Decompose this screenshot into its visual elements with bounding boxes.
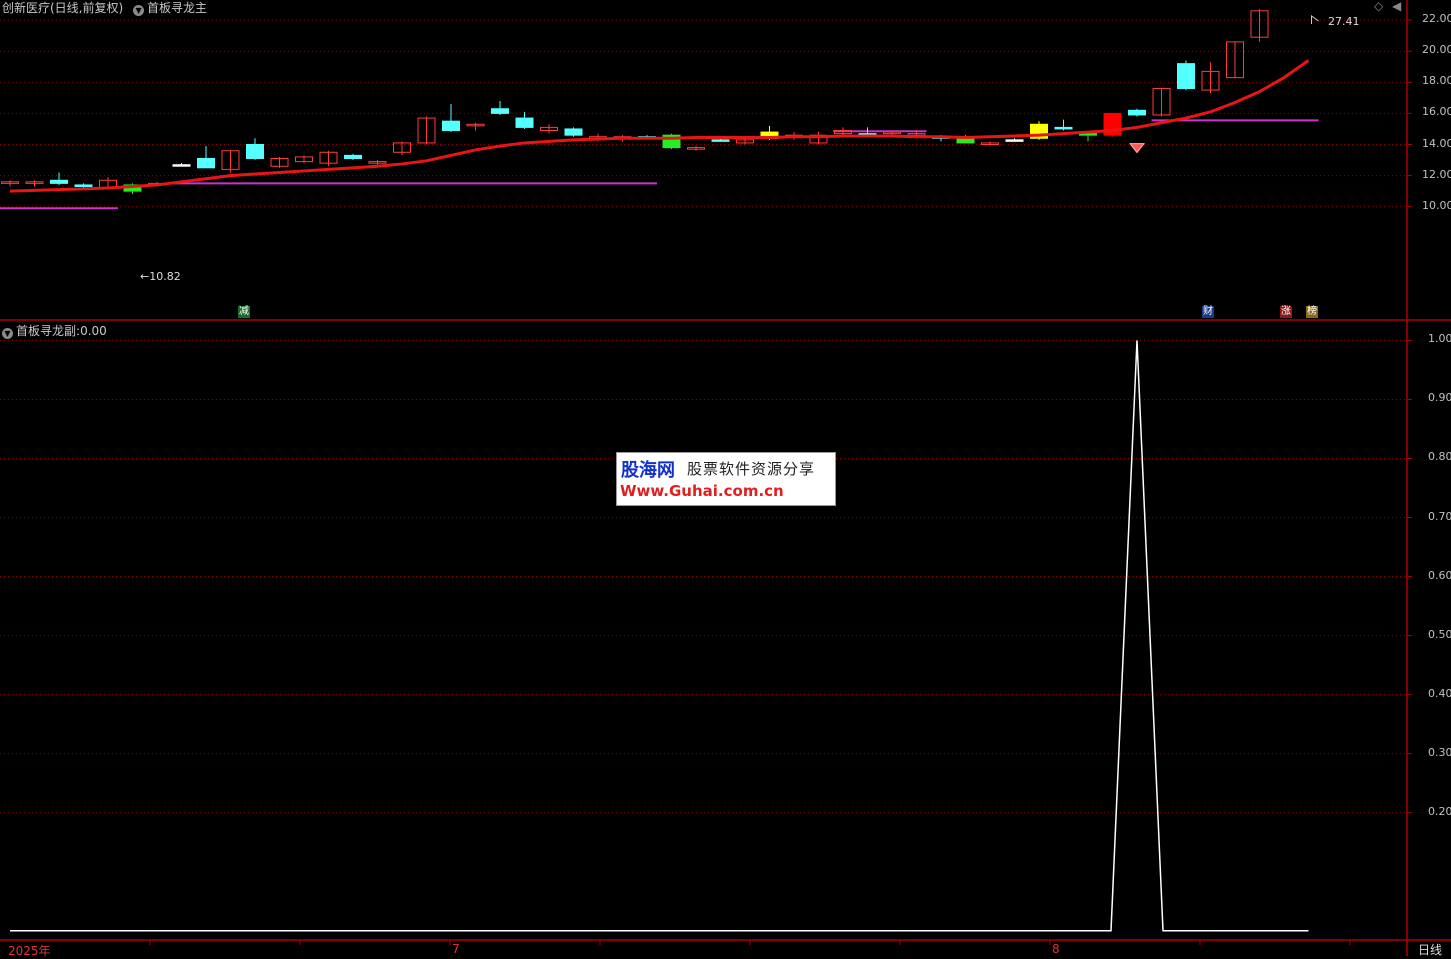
watermark-url: Www.Guhai.com.cn [620,482,784,500]
y-tick-label: 0.40 [1428,686,1451,700]
y-tick-label: 0.30 [1428,745,1451,759]
time-label-july: 7 [452,942,460,956]
event-tag-rank[interactable]: 榜 [1306,306,1318,318]
candle-body [711,139,730,142]
candle-body [442,120,460,132]
y-tick-label: 1.00 [1428,332,1451,346]
candle-body [491,108,509,114]
candle-body [1054,126,1073,130]
event-tag-reduce[interactable]: 减 [238,306,250,318]
candle-body [74,184,93,187]
candle-body [515,117,534,128]
candle-body [172,164,191,167]
time-label-year: 2025年 [8,944,51,958]
event-tag-finance[interactable]: 财 [1202,306,1214,318]
watermark-tagline: 股票软件资源分享 [687,460,816,478]
y-tick-label: 20.00 [1422,43,1451,57]
y-tick-label: 0.70 [1428,509,1451,523]
y-tick-label: 22.00 [1422,12,1451,26]
candle-body [344,154,362,159]
y-tick-label: 0.20 [1428,804,1451,818]
time-label-august: 8 [1052,942,1060,956]
y-tick-label: 0.80 [1428,450,1451,464]
y-tick-label: 0.60 [1428,568,1451,582]
y-tick-label: 0.50 [1428,627,1451,641]
y-tick-label: 14.00 [1422,136,1451,150]
candle-body [50,179,68,184]
y-tick-label: 12.00 [1422,167,1451,181]
arrow-left-icon: ← [140,270,150,283]
watermark-brand: 股海网 [621,460,675,481]
candle-body [1177,63,1195,90]
y-tick-label: 10.00 [1422,198,1451,212]
y-tick-label: 0.90 [1428,391,1451,405]
watermark-logo: 股海网 股票软件资源分享 Www.Guhai.com.cn [616,452,836,506]
candle-body [197,157,215,169]
candle-body [1005,139,1024,142]
candle-body [246,144,264,159]
high-price-label: 27.41 [1328,15,1360,28]
candle-body [1128,109,1146,116]
period-button[interactable]: 日线 [1418,941,1442,958]
low-price-label: ←10.82 [140,270,181,283]
candle-body [564,128,583,136]
signal-gem-icon [1128,143,1146,154]
y-tick-label: 16.00 [1422,105,1451,119]
event-tag-limit-up[interactable]: 涨 [1280,306,1292,318]
y-tick-label: 18.00 [1422,74,1451,88]
